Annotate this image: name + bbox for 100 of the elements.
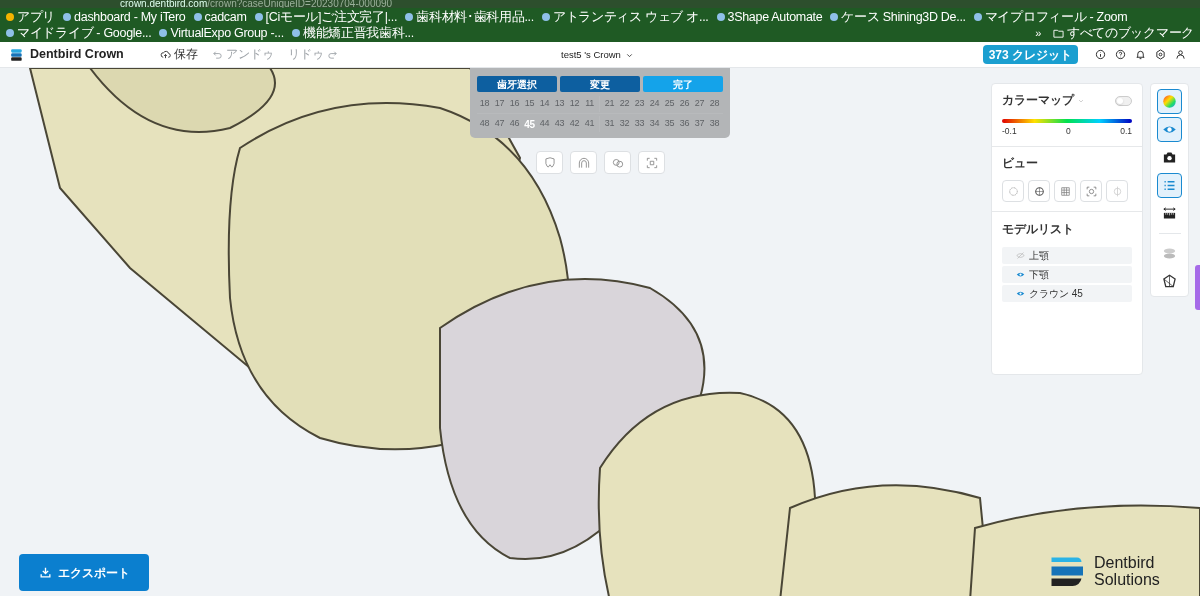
bookmark[interactable]: dashboard - My iTero <box>63 9 186 25</box>
folder-icon <box>1053 27 1064 39</box>
bookmark-icon <box>63 13 72 21</box>
tooth-number[interactable]: 24 <box>647 96 662 111</box>
all-bookmarks[interactable]: すべてのブックマーク <box>1053 25 1194 41</box>
bookmark[interactable]: 機能矯正晋我歯科... <box>291 25 414 41</box>
tooth-selector-action[interactable]: 変更 <box>560 76 640 92</box>
credits-badge[interactable]: 373 クレジット <box>982 45 1078 64</box>
download-icon <box>38 566 52 579</box>
eye-off-icon[interactable] <box>1016 250 1025 260</box>
scale-label: 0 <box>1066 125 1071 138</box>
bookmark-icon <box>193 13 202 21</box>
tooth-selector-action[interactable]: 歯牙選択 <box>477 76 557 92</box>
bookmark[interactable]: マイドライブ - Google... <box>6 25 152 41</box>
tooth-number[interactable]: 42 <box>567 117 582 131</box>
bookmark[interactable]: アトランティス ウェブ オ... <box>541 9 709 25</box>
tooth-number[interactable]: 33 <box>632 117 647 131</box>
tooth-number[interactable]: 11 <box>582 96 597 111</box>
bookmark[interactable]: VirtualExpo Group -... <box>159 25 284 41</box>
fit-view-button[interactable] <box>1080 180 1102 203</box>
section-title: モデルリスト <box>1002 222 1075 238</box>
tooth-number[interactable]: 36 <box>677 117 692 131</box>
tooth-number[interactable]: 17 <box>492 96 507 111</box>
app-title: Dentbird Crown <box>30 46 124 64</box>
bookmark-icon <box>405 13 414 21</box>
bookmark[interactable]: ケース Shining3D De... <box>830 9 966 25</box>
more-bookmarks-button[interactable]: » <box>1035 25 1041 41</box>
tooth-number[interactable]: 37 <box>692 117 707 131</box>
export-button[interactable]: エクスポート <box>19 554 149 591</box>
tooth-number[interactable]: 13 <box>552 96 567 111</box>
list-icon <box>1162 178 1177 193</box>
tooth-number[interactable]: 48 <box>477 117 492 131</box>
tooth-number[interactable]: 21 <box>602 96 617 111</box>
model-list-item[interactable]: 上顎 <box>1002 246 1132 264</box>
tooth-number[interactable]: 15 <box>522 96 537 111</box>
bookmark-icon <box>973 13 982 21</box>
case-title-dropdown[interactable]: test5 's Crown <box>561 48 634 63</box>
crystal-icon <box>1162 274 1177 289</box>
settings-icon[interactable] <box>1154 49 1166 60</box>
sphere-button[interactable] <box>1028 180 1050 203</box>
arch-icon <box>576 155 591 170</box>
tooth-number[interactable]: 41 <box>582 117 597 131</box>
arch-button[interactable] <box>570 151 597 174</box>
tooth-number[interactable]: 23 <box>632 96 647 111</box>
tooth-number[interactable]: 46 <box>507 117 522 131</box>
bookmark[interactable]: cadcam <box>193 9 247 25</box>
bookmark[interactable]: 歯科材料･歯科用品... <box>405 9 534 25</box>
tooth-number[interactable]: 27 <box>692 96 707 111</box>
model-list-item[interactable]: 下顎 <box>1002 265 1132 283</box>
ai-tooth-button[interactable] <box>536 151 563 174</box>
tooth-number[interactable]: 12 <box>567 96 582 111</box>
eye-button[interactable] <box>1157 117 1182 142</box>
side-tab[interactable] <box>1195 265 1200 310</box>
fit-view-icon <box>1084 184 1098 198</box>
tooth-frame-button[interactable] <box>638 151 665 174</box>
tooth-number[interactable]: 16 <box>507 96 522 111</box>
info-icon[interactable] <box>1094 49 1106 60</box>
tooth-number[interactable]: 28 <box>707 96 722 111</box>
tooth-number[interactable]: 43 <box>552 117 567 131</box>
bookmark-icon <box>830 13 839 21</box>
bell-icon[interactable] <box>1134 49 1146 60</box>
save-button[interactable]: 保存 <box>160 45 198 64</box>
grid-icon <box>1058 184 1072 198</box>
tooth-number[interactable]: 22 <box>617 96 632 111</box>
tooth-number[interactable]: 47 <box>492 117 507 131</box>
tooth-number[interactable]: 34 <box>647 117 662 131</box>
bookmark-icon <box>716 13 725 21</box>
tooth-number[interactable]: 25 <box>662 96 677 111</box>
ruler-icon <box>1162 206 1177 221</box>
tooth-selector-action[interactable]: 完了 <box>643 76 723 92</box>
tooth-number[interactable]: 35 <box>662 117 677 131</box>
scale-label: -0.1 <box>1002 125 1017 138</box>
model-list-item[interactable]: クラウン 45 <box>1002 284 1132 302</box>
tooth-frame-icon <box>644 155 659 170</box>
user-icon[interactable] <box>1174 49 1186 60</box>
teeth-pair-button[interactable] <box>604 151 631 174</box>
color-map-button[interactable] <box>1157 89 1182 114</box>
tooth-number[interactable]: 45 <box>522 116 537 132</box>
bookmark[interactable]: [Ciモール]ご注文完了|... <box>254 9 398 25</box>
color-map-toggle[interactable] <box>1115 95 1132 106</box>
bookmark-icon <box>159 29 168 37</box>
tooth-number[interactable]: 38 <box>707 117 722 131</box>
tooth-number[interactable]: 32 <box>617 117 632 131</box>
tooth-number[interactable]: 14 <box>537 96 552 111</box>
section-title: ビュー <box>1002 156 1039 171</box>
section-title: カラーマップ <box>1002 92 1074 108</box>
tooth-number[interactable]: 44 <box>537 117 552 131</box>
tooth-number[interactable]: 18 <box>477 96 492 111</box>
jaw-icon <box>1162 246 1177 261</box>
save-icon <box>160 49 171 60</box>
brand-name: Dentbird Solutions <box>1094 554 1160 588</box>
redo-icon <box>327 49 338 60</box>
bookmark[interactable]: マイプロフィール - Zoom <box>973 9 1128 25</box>
tooth-number[interactable]: 26 <box>677 96 692 111</box>
bookmark[interactable]: アプリ <box>6 9 56 25</box>
tooth-number[interactable]: 31 <box>602 117 617 131</box>
help-icon[interactable] <box>1114 49 1126 60</box>
grid-button[interactable] <box>1054 180 1076 203</box>
mesh-icon <box>1006 184 1020 198</box>
bookmark[interactable]: 3Shape Automate <box>716 9 823 25</box>
